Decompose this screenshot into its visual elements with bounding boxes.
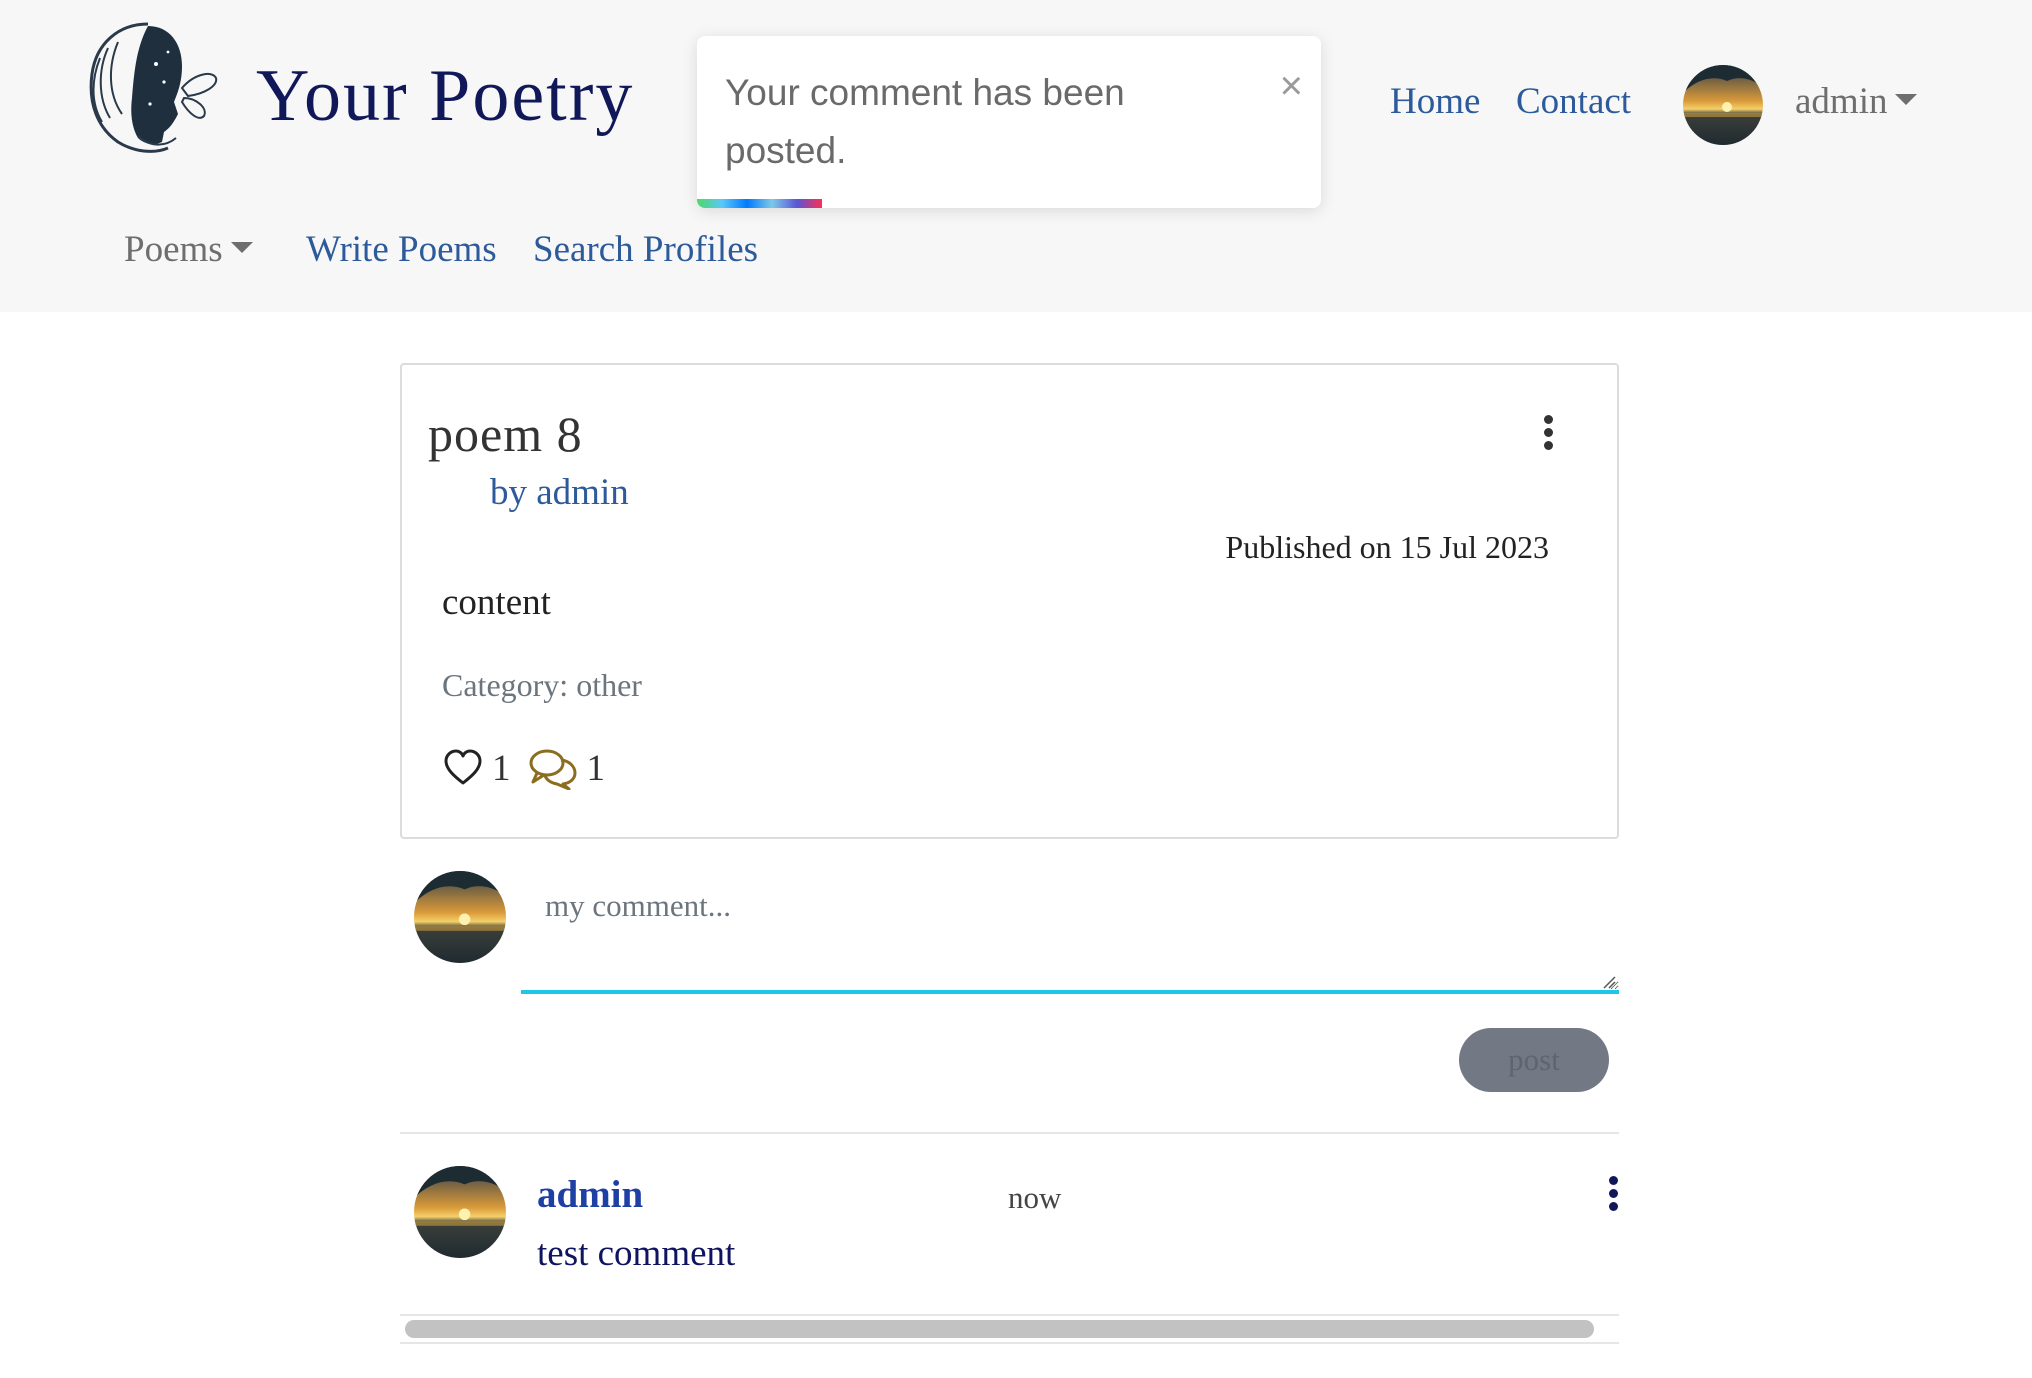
toast-notification: Your comment has been posted. ×	[697, 36, 1321, 208]
comment-input[interactable]	[521, 870, 1619, 994]
like-count: 1	[492, 747, 511, 789]
horizontal-scrollbar[interactable]	[405, 1320, 1594, 1338]
post-comment-button[interactable]: post	[1459, 1028, 1609, 1092]
divider	[400, 1132, 1619, 1134]
poems-menu-label: Poems	[124, 229, 223, 270]
comment-author-avatar[interactable]	[414, 1166, 506, 1258]
logo-face-butterfly-icon[interactable]	[78, 18, 224, 158]
nav-search-profiles-link[interactable]: Search Profiles	[533, 228, 758, 271]
comment-author-link[interactable]: admin	[537, 1172, 643, 1217]
caret-down-icon	[1895, 94, 1918, 106]
poem-card: poem 8 by admin Published on 15 Jul 2023…	[400, 363, 1619, 839]
sunset-avatar-image	[1683, 65, 1763, 145]
nav-contact-link[interactable]: Contact	[1516, 80, 1631, 123]
nav-home-link[interactable]: Home	[1390, 80, 1480, 123]
chat-bubbles-icon[interactable]	[527, 746, 579, 790]
commenter-avatar	[414, 871, 506, 963]
comment-time: now	[1008, 1180, 1062, 1215]
user-menu-label: admin	[1795, 81, 1888, 122]
poems-menu-dropdown[interactable]: Poems	[124, 228, 253, 271]
poem-title: poem 8	[428, 406, 583, 462]
divider	[400, 1314, 1619, 1316]
poem-author-link[interactable]: by admin	[490, 471, 629, 514]
brand-title[interactable]: Your Poetry	[256, 54, 634, 139]
published-date: Published on 15 Jul 2023	[1225, 529, 1549, 565]
divider	[400, 1342, 1619, 1344]
toast-message: Your comment has been posted.	[725, 72, 1125, 171]
kebab-menu-icon[interactable]	[1538, 415, 1558, 455]
close-icon[interactable]: ×	[1280, 64, 1303, 109]
comment-count: 1	[586, 747, 606, 789]
sunset-avatar-image	[414, 871, 506, 963]
resize-handle-icon[interactable]	[1602, 975, 1616, 989]
toast-progress-bar	[697, 199, 822, 208]
poem-category: Category: other	[442, 667, 642, 703]
nav-write-poems-link[interactable]: Write Poems	[306, 228, 497, 271]
sunset-avatar-image	[414, 1166, 506, 1258]
kebab-menu-icon[interactable]	[1603, 1176, 1623, 1216]
user-menu-dropdown[interactable]: admin	[1795, 80, 1918, 123]
user-avatar[interactable]	[1683, 65, 1763, 145]
comment-text: test comment	[537, 1233, 736, 1274]
poem-content: content	[442, 582, 551, 623]
poem-stats: 1 1	[442, 745, 605, 791]
heart-icon[interactable]	[442, 747, 484, 789]
caret-down-icon	[230, 242, 253, 254]
